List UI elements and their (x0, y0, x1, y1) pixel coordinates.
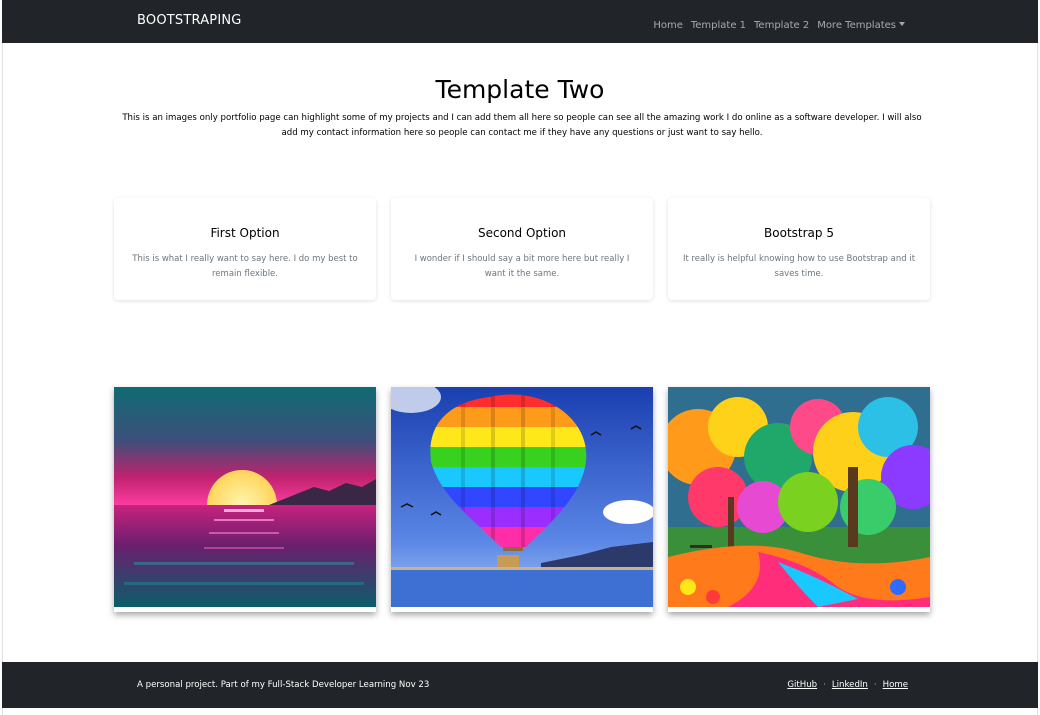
option-card-1: First Option This is what I really want … (114, 198, 376, 300)
card-text: It really is helpful knowing how to use … (682, 254, 916, 279)
hot-air-balloon-image (391, 387, 653, 612)
footer-separator: · (873, 680, 877, 690)
footer-text: A personal project. Part of my Full-Stac… (137, 680, 430, 690)
footer-link-home[interactable]: Home (883, 680, 908, 690)
nav-more-templates-dropdown[interactable]: More Templates (817, 20, 905, 31)
card-title: First Option (210, 226, 280, 240)
card-text: This is what I really want to say here. … (132, 254, 358, 279)
sunset-sea-image (114, 387, 376, 612)
card-title: Second Option (477, 226, 567, 240)
nav-links: Home Template 1 Template 2 More Template… (653, 20, 905, 31)
footer-links: GitHub · LinkedIn · Home (787, 680, 908, 690)
nav-template-2[interactable]: Template 2 (754, 20, 809, 31)
navbar-brand[interactable]: BOOTSTRAPING (137, 13, 242, 28)
footer-link-github[interactable]: GitHub (787, 680, 817, 690)
page-intro: This is an images only portfolio page ca… (122, 113, 922, 138)
option-card-2: Second Option I wonder if I should say a… (391, 198, 653, 300)
card-text: I wonder if I should say a bit more here… (414, 254, 630, 279)
option-card-3: Bootstrap 5 It really is helpful knowing… (668, 198, 930, 300)
top-navbar: BOOTSTRAPING Home Template 1 Template 2 … (2, 0, 1038, 43)
page-title: Template Two (435, 75, 605, 104)
footer-link-linkedin[interactable]: LinkedIn (832, 680, 868, 690)
page-footer: A personal project. Part of my Full-Stac… (2, 662, 1038, 708)
nav-template-1[interactable]: Template 1 (691, 20, 746, 31)
nav-more-templates-label: More Templates (817, 20, 896, 31)
footer-separator: · (823, 680, 826, 690)
colorful-forest-image (668, 387, 930, 612)
caret-down-icon (899, 22, 905, 26)
card-title: Bootstrap 5 (764, 226, 834, 240)
nav-home[interactable]: Home (653, 20, 683, 31)
